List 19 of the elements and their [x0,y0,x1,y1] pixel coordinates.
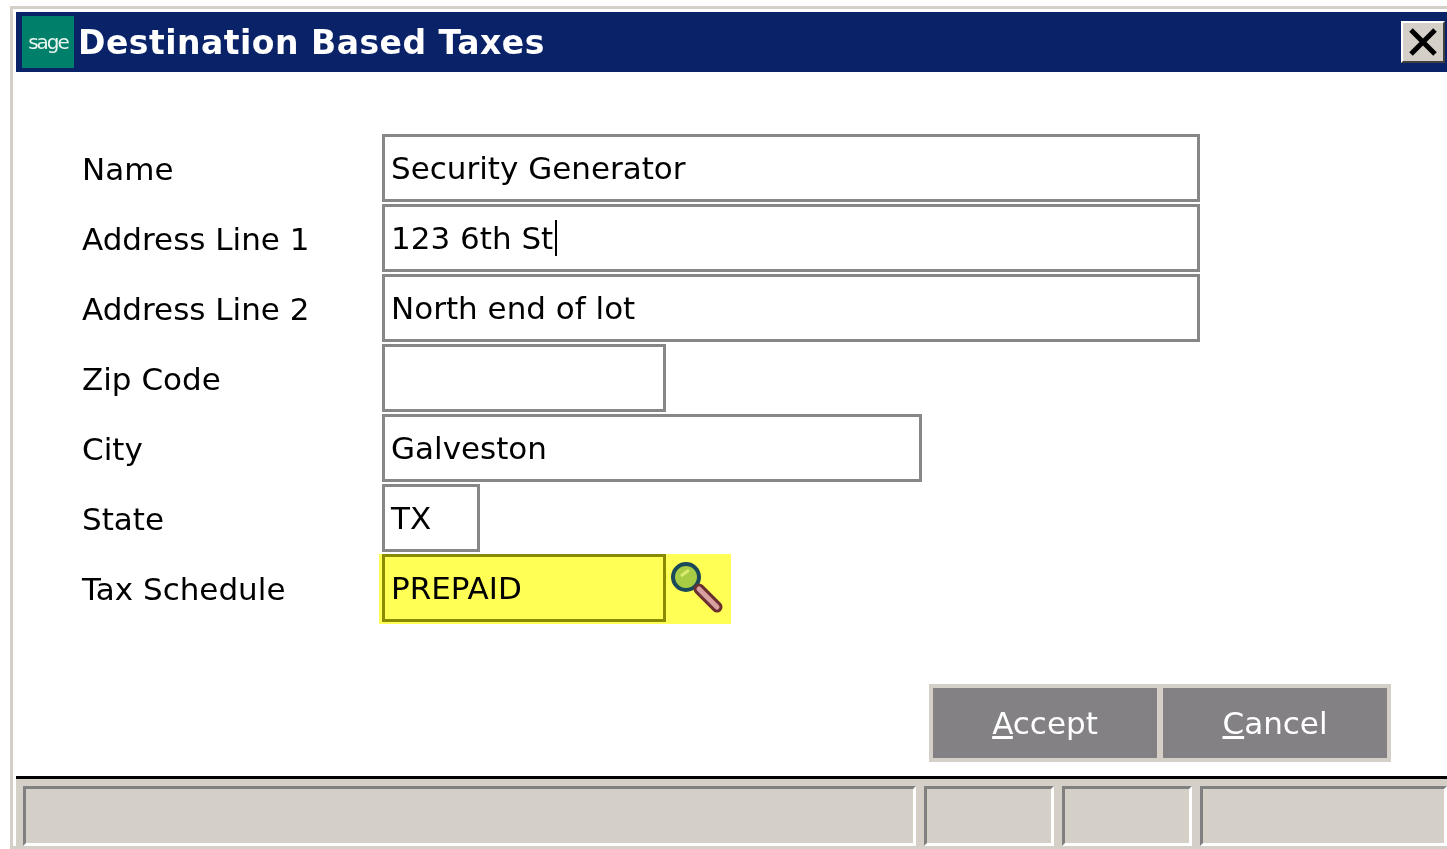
input-field[interactable]: Security Generator [382,134,1200,202]
accept-button[interactable]: Accept [933,688,1157,758]
field-label: Address Line 1 [82,220,311,259]
input-field[interactable]: North end of lot [382,274,1200,342]
input-field[interactable]: Galveston [382,414,922,482]
logo: sage [22,16,74,68]
field-label: Address Line 2 [82,290,311,329]
input-field[interactable] [382,344,666,412]
field-label: Tax Schedule [82,570,287,609]
close-button[interactable] [1401,21,1445,63]
window-title: Destination Based Taxes [78,22,546,62]
input-field[interactable]: 123 6th St [382,204,1200,272]
cancel-button[interactable]: Cancel [1163,688,1387,758]
input-field[interactable]: PREPAID [382,554,666,622]
field-label: State [82,500,166,539]
field-label: Zip Code [82,360,222,399]
input-field[interactable]: TX [382,484,480,552]
field-label: Name [82,150,175,189]
field-label: City [82,430,144,469]
